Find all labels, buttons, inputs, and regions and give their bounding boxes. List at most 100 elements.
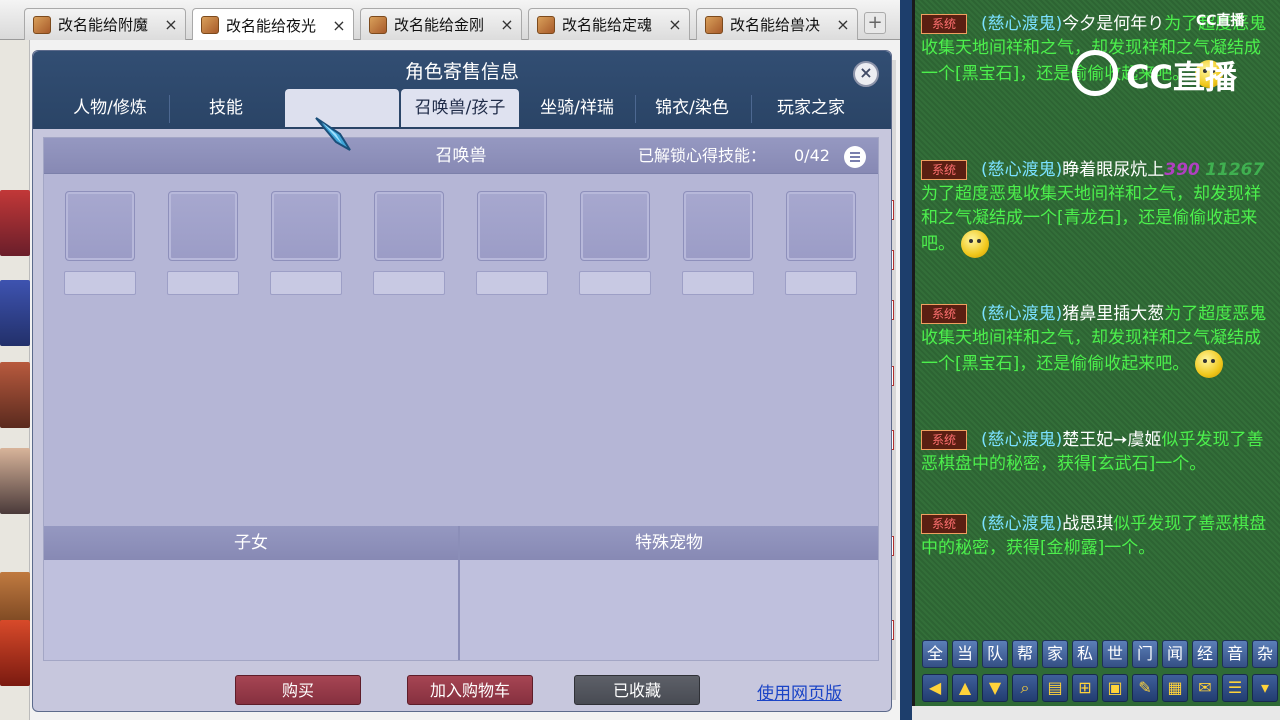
- message-sender: (慈心渡鬼): [981, 160, 1063, 180]
- decorative-number: 390: [1164, 160, 1200, 180]
- section-divider: [458, 526, 460, 660]
- channel-exp-button[interactable]: 经: [1192, 640, 1218, 668]
- tab-player-home[interactable]: 玩家之家: [752, 89, 870, 127]
- pet-slot[interactable]: [374, 191, 444, 261]
- channel-all-button[interactable]: 全: [922, 640, 948, 668]
- channel-misc-button[interactable]: 杂: [1252, 640, 1278, 668]
- player-name[interactable]: 战思琪: [1062, 514, 1113, 534]
- cc-live-small-watermark: CC直播: [1196, 13, 1245, 29]
- pet-slot[interactable]: [477, 191, 547, 261]
- search-icon[interactable]: ⌕: [1012, 674, 1038, 702]
- emoji-face-icon: [961, 230, 989, 258]
- channel-guild-button[interactable]: 帮: [1012, 640, 1038, 668]
- tab-outfits[interactable]: 锦衣/染色: [636, 89, 748, 127]
- pet-slot[interactable]: [168, 191, 238, 261]
- pet-slot[interactable]: [65, 191, 135, 261]
- lock-icon[interactable]: ▣: [1102, 674, 1128, 702]
- add-to-cart-button[interactable]: 加入购物车: [407, 675, 533, 705]
- channel-voice-button[interactable]: 音: [1222, 640, 1248, 668]
- menu-icon[interactable]: ☰: [1222, 674, 1248, 702]
- pet-slot-name: [64, 271, 136, 295]
- new-tab-button[interactable]: +: [864, 12, 886, 34]
- close-tab-icon[interactable]: ×: [833, 15, 853, 34]
- speech-bubble-icon[interactable]: ✉: [1192, 674, 1218, 702]
- player-name[interactable]: 猪鼻里插大葱: [1062, 304, 1164, 324]
- character-portrait[interactable]: [0, 620, 30, 686]
- close-dialog-button[interactable]: ×: [853, 61, 879, 87]
- special-pet-section-title: 特殊宠物: [635, 533, 703, 553]
- pet-slot[interactable]: [580, 191, 650, 261]
- pet-slot-name: [373, 271, 445, 295]
- arrow-up-icon[interactable]: ▲: [952, 674, 978, 702]
- character-portrait[interactable]: [0, 280, 30, 346]
- channel-sect-button[interactable]: 门: [1132, 640, 1158, 668]
- special-pet-list: [460, 560, 878, 660]
- dropdown-icon[interactable]: ▾: [1252, 674, 1278, 702]
- character-portrait[interactable]: [0, 362, 30, 428]
- pet-section-header: 召唤兽 已解锁心得技能： 0/42: [44, 138, 878, 174]
- message-sender: (慈心渡鬼): [981, 14, 1063, 34]
- system-badge: 系统: [921, 514, 967, 534]
- channel-current-button[interactable]: 当: [952, 640, 978, 668]
- message-sender: (慈心渡鬼): [981, 304, 1063, 324]
- close-tab-icon[interactable]: ×: [665, 15, 685, 34]
- pen-icon[interactable]: ✎: [1132, 674, 1158, 702]
- pet-panel: 召唤兽 已解锁心得技能： 0/42 子女 特殊宠物: [43, 137, 879, 661]
- tab-character[interactable]: 人物/修炼: [51, 89, 169, 127]
- browser-tab-2[interactable]: 改名能给夜光 ×: [192, 8, 354, 41]
- player-name[interactable]: 今夕是何年り: [1062, 14, 1164, 34]
- channel-news-button[interactable]: 闻: [1162, 640, 1188, 668]
- game-icon: [201, 16, 219, 34]
- channel-family-button[interactable]: 家: [1042, 640, 1068, 668]
- chat-channel-buttons: 全 当 队 帮 家 私 世 门 闻 经 音 杂: [918, 640, 1280, 672]
- pet-slot-name: [167, 271, 239, 295]
- system-badge: 系统: [921, 430, 967, 450]
- close-tab-icon[interactable]: ×: [161, 15, 181, 34]
- browser-tab-3[interactable]: 改名能给金刚 ×: [360, 8, 522, 40]
- system-badge: 系统: [921, 304, 967, 324]
- chat-message: 系统 (慈心渡鬼)楚王妃➙虞姬似乎发现了善恶棋盘中的秘密，获得[玄武石]一个。: [921, 428, 1273, 476]
- close-tab-icon[interactable]: ×: [497, 15, 517, 34]
- close-tab-icon[interactable]: ×: [329, 16, 349, 35]
- tab-label: 改名能给兽决: [730, 16, 821, 34]
- browser-tab-1[interactable]: 改名能给附魔 ×: [24, 8, 186, 40]
- unlocked-skill-count: 0/42: [794, 146, 830, 165]
- cc-logo-icon: [1072, 50, 1118, 96]
- chat-bottom-bar: [912, 706, 1280, 720]
- dialog-header: 角色寄售信息 × 人物/修炼 技能 召唤兽/孩子 坐骑/祥瑞 锦衣/染色 玩家之…: [33, 51, 891, 129]
- arrow-down-icon[interactable]: ▼: [982, 674, 1008, 702]
- channel-private-button[interactable]: 私: [1072, 640, 1098, 668]
- tab-pets-children[interactable]: 召唤兽/孩子: [401, 89, 519, 127]
- character-portrait[interactable]: [0, 448, 30, 514]
- list-icon[interactable]: [844, 146, 866, 168]
- web-version-link[interactable]: 使用网页版: [757, 679, 842, 704]
- browser-tab-4[interactable]: 改名能给定魂 ×: [528, 8, 690, 40]
- pet-slot-name: [476, 271, 548, 295]
- arrow-left-icon[interactable]: ◀: [922, 674, 948, 702]
- buy-button[interactable]: 购买: [235, 675, 361, 705]
- decorative-number: 11267: [1205, 160, 1265, 180]
- tab-skills[interactable]: 技能: [170, 89, 282, 127]
- chat-tool-icons: ◀ ▲ ▼ ⌕ ▤ ⊞ ▣ ✎ ▦ ✉ ☰ ▾: [918, 674, 1280, 706]
- dialog-title: 角色寄售信息: [404, 61, 519, 83]
- tab-mounts[interactable]: 坐骑/祥瑞: [521, 89, 633, 127]
- pet-slot[interactable]: [786, 191, 856, 261]
- game-icon: [537, 15, 555, 34]
- tab-label: 改名能给金刚: [394, 16, 485, 34]
- panels-icon[interactable]: ▦: [1162, 674, 1188, 702]
- channel-world-button[interactable]: 世: [1102, 640, 1128, 668]
- game-side-strip: [0, 40, 30, 720]
- pet-slot[interactable]: [271, 191, 341, 261]
- channel-team-button[interactable]: 队: [982, 640, 1008, 668]
- player-name[interactable]: 睁着眼尿炕上: [1062, 160, 1164, 180]
- grid-icon[interactable]: ⊞: [1072, 674, 1098, 702]
- pet-slot-name: [579, 271, 651, 295]
- favorited-button[interactable]: 已收藏: [574, 675, 700, 705]
- game-icon: [369, 15, 387, 34]
- character-portrait[interactable]: [0, 190, 30, 256]
- notes-icon[interactable]: ▤: [1042, 674, 1068, 702]
- cc-logo-text: CC直播: [1126, 58, 1237, 96]
- browser-tab-5[interactable]: 改名能给兽决 ×: [696, 8, 858, 40]
- pet-slot[interactable]: [683, 191, 753, 261]
- player-name[interactable]: 楚王妃➙虞姬: [1062, 430, 1161, 450]
